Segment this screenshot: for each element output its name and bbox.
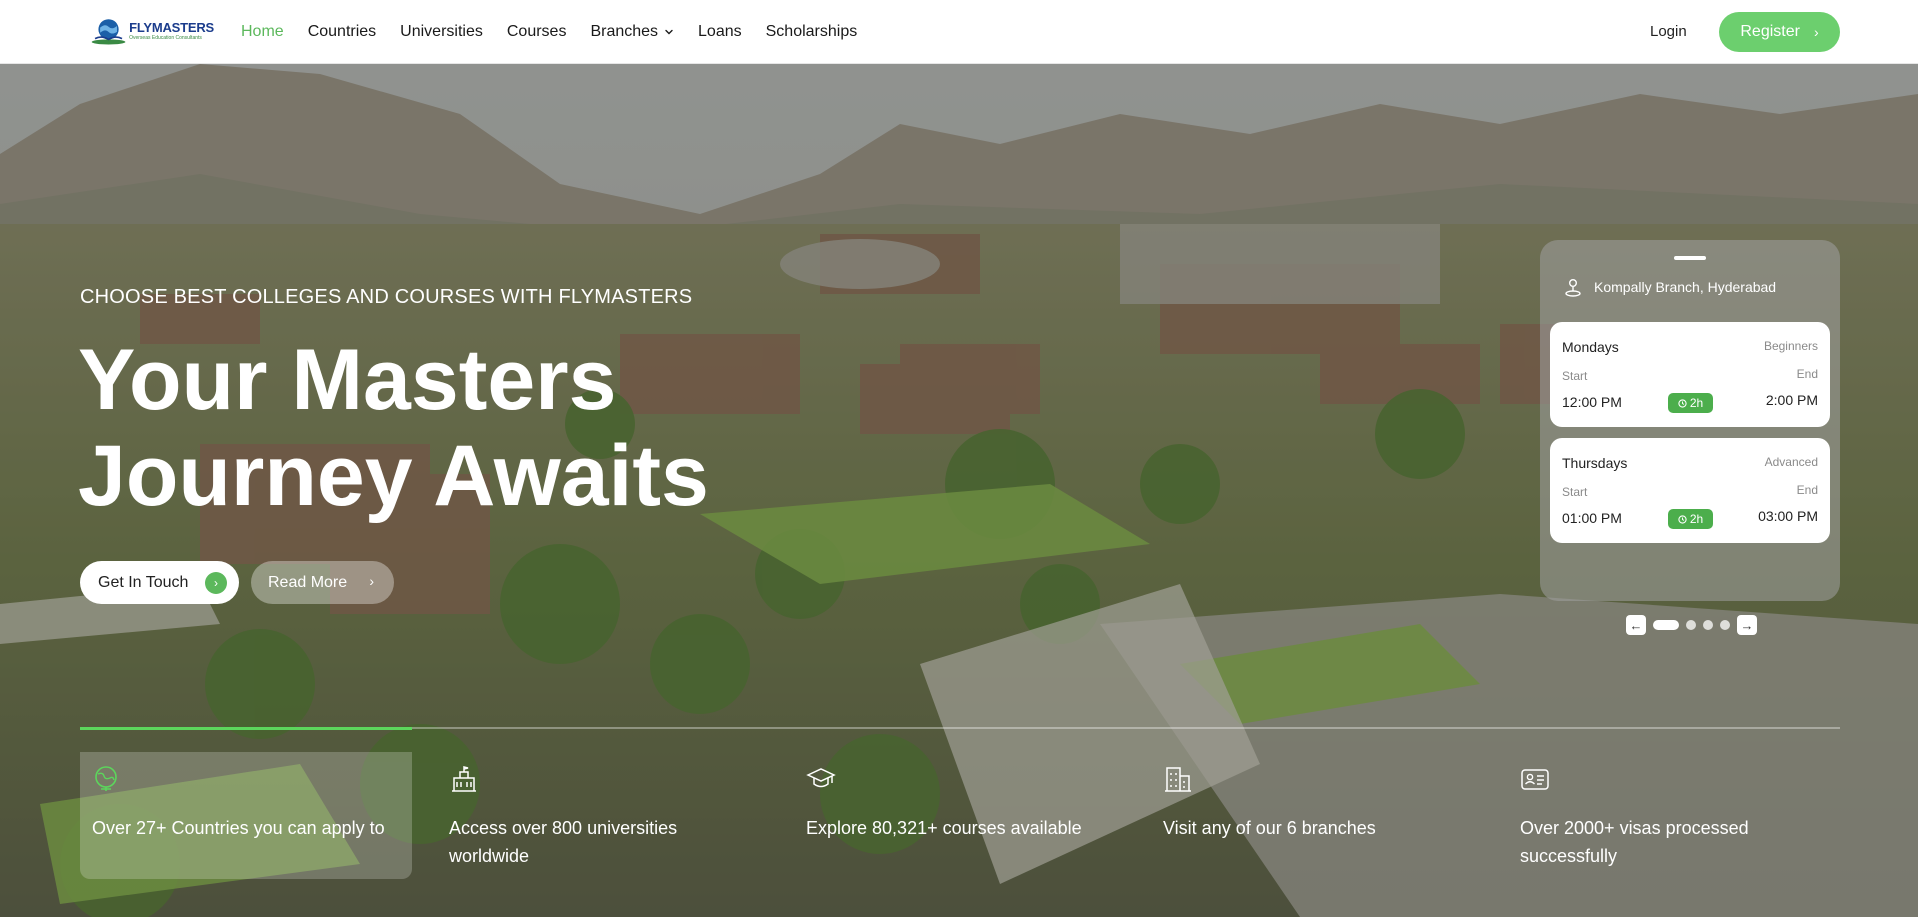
stat-text: Over 2000+ visas processed successfully <box>1520 818 1749 866</box>
office-building-icon <box>1165 767 1191 792</box>
logo-tagline: Overseas Education Consultants <box>129 35 202 41</box>
stat-text: Access over 800 universities worldwide <box>449 818 678 866</box>
schedule-level: Advanced <box>1764 455 1818 469</box>
clock-icon <box>1678 398 1687 408</box>
end-time: 03:00 PM <box>1758 508 1818 524</box>
pager-dot-4[interactable] <box>1720 620 1730 630</box>
register-button[interactable]: Register › <box>1719 12 1840 52</box>
schedule-pager: ← → <box>1626 615 1757 635</box>
arrow-left-icon[interactable]: ← <box>1626 615 1646 635</box>
schedule-day: Mondays <box>1562 339 1619 355</box>
stat-courses[interactable]: Explore 80,321+ courses available <box>794 752 1126 879</box>
stat-text: Visit any of our 6 branches <box>1163 818 1376 838</box>
chevron-right-icon: › <box>205 572 227 594</box>
nav-item-home[interactable]: Home <box>241 23 284 41</box>
stat-universities[interactable]: Access over 800 universities worldwide <box>437 752 769 879</box>
nav-item-branches[interactable]: Branches <box>590 23 674 41</box>
schedule-level: Beginners <box>1763 339 1818 353</box>
chevron-right-icon: › <box>369 573 374 589</box>
duration-badge: 2h <box>1668 393 1713 413</box>
stat-countries[interactable]: Over 27+ Countries you can apply to <box>80 752 412 879</box>
end-time: 2:00 PM <box>1765 392 1818 408</box>
pager-dot-3[interactable] <box>1703 620 1713 630</box>
branch-schedule-panel: Kompally Branch, Hyderabad Mondays Begin… <box>1540 240 1840 601</box>
schedule-card-thursdays[interactable]: Thursdays Advanced Start End 01:00 PM 2h… <box>1550 438 1830 543</box>
end-label: End <box>1796 367 1818 381</box>
duration-badge: 2h <box>1668 509 1713 529</box>
start-time: 12:00 PM <box>1562 394 1622 410</box>
main-nav: Home Countries Universities Courses Bran… <box>241 0 857 64</box>
hero-headline-line-1: Your Masters <box>78 332 617 428</box>
hero-section: CHOOSE BEST COLLEGES AND COURSES WITH FL… <box>0 64 1918 917</box>
nav-item-loans[interactable]: Loans <box>698 23 742 41</box>
nav-item-countries[interactable]: Countries <box>308 23 376 41</box>
hero-kicker: CHOOSE BEST COLLEGES AND COURSES WITH FL… <box>80 286 693 308</box>
schedule-card-mondays[interactable]: Mondays Beginners Start End 12:00 PM 2h … <box>1550 322 1830 427</box>
branch-location-text: Kompally Branch, Hyderabad <box>1594 279 1777 295</box>
schedule-day: Thursdays <box>1562 455 1628 471</box>
chevron-down-icon <box>665 29 673 35</box>
top-navbar: FLYMASTERS Overseas Education Consultant… <box>0 0 1918 64</box>
nav-item-universities[interactable]: Universities <box>400 23 483 41</box>
duration-text: 2h <box>1689 396 1704 410</box>
stats-divider-progress <box>80 727 412 730</box>
location-person-icon <box>1565 279 1581 297</box>
panel-handle[interactable] <box>1674 256 1706 260</box>
nav-item-scholarships[interactable]: Scholarships <box>766 23 858 41</box>
stat-branches[interactable]: Visit any of our 6 branches <box>1151 752 1483 879</box>
logo-wordmark: FLYMASTERS Overseas Education Consultant… <box>129 20 214 41</box>
clock-icon <box>1678 514 1687 524</box>
read-more-button[interactable]: Read More › <box>251 561 394 604</box>
read-more-label: Read More <box>268 573 348 591</box>
globe-icon <box>95 766 117 791</box>
register-label: Register <box>1740 23 1800 40</box>
university-building-icon <box>452 766 476 792</box>
stat-visas[interactable]: Over 2000+ visas processed successfully <box>1508 752 1840 879</box>
get-in-touch-label: Get In Touch <box>98 573 189 591</box>
get-in-touch-button[interactable]: Get In Touch › <box>80 561 239 604</box>
chevron-right-icon: › <box>1813 24 1819 40</box>
branch-location: Kompally Branch, Hyderabad <box>1564 275 1776 299</box>
duration-text: 2h <box>1689 512 1704 526</box>
nav-item-courses[interactable]: Courses <box>507 23 567 41</box>
start-label: Start <box>1562 485 1588 499</box>
pager-dot-1[interactable] <box>1653 620 1679 630</box>
pager-dot-2[interactable] <box>1686 620 1696 630</box>
hero-headline-line-2: Journey Awaits <box>78 428 709 524</box>
flymasters-logo[interactable]: FLYMASTERS Overseas Education Consultant… <box>90 13 214 49</box>
globe-book-logo-icon <box>91 19 126 45</box>
arrow-right-icon[interactable]: → <box>1737 615 1757 635</box>
nav-item-branches-label: Branches <box>590 23 659 40</box>
hero-headline: Your Masters Journey Awaits <box>78 332 798 524</box>
login-link[interactable]: Login <box>1650 23 1687 40</box>
start-time: 01:00 PM <box>1562 510 1622 526</box>
stat-text: Explore 80,321+ courses available <box>806 818 1082 838</box>
graduation-cap-icon <box>806 768 836 788</box>
id-card-icon <box>1521 769 1549 790</box>
stat-text: Over 27+ Countries you can apply to <box>92 818 385 838</box>
end-label: End <box>1796 483 1818 497</box>
start-label: Start <box>1562 369 1588 383</box>
